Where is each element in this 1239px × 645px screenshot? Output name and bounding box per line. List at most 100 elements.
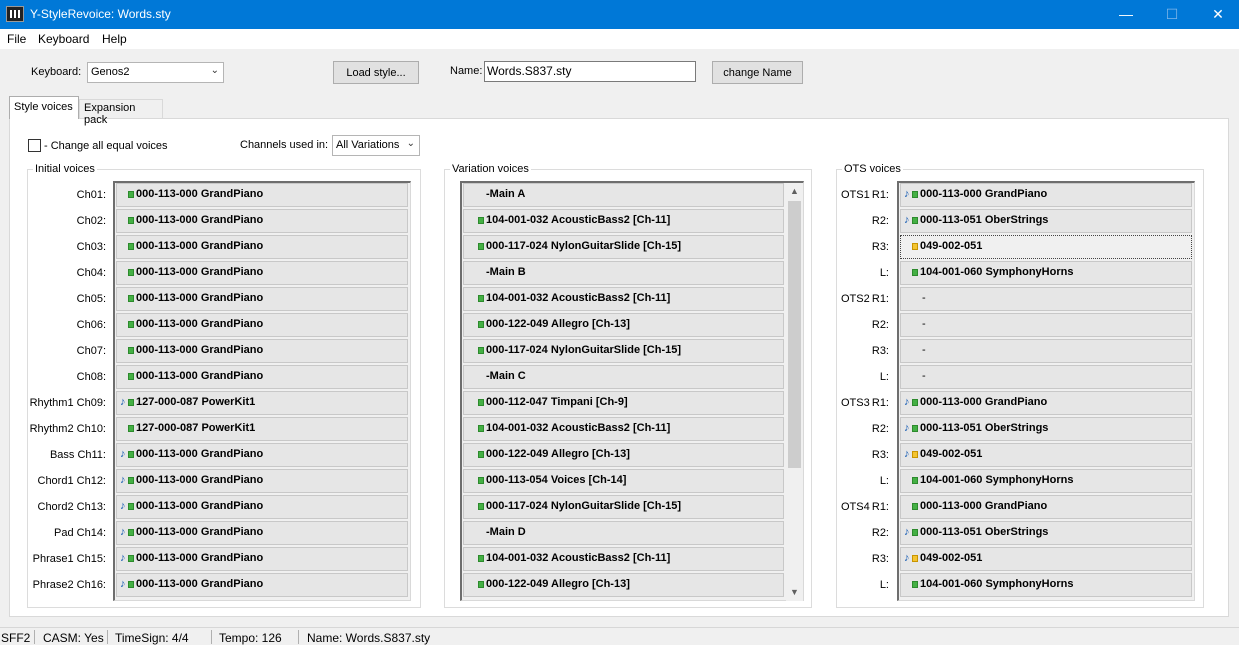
variation-voice[interactable]: 000-122-049 Allegro [Ch-13] bbox=[463, 313, 784, 337]
variation-header[interactable]: -Main D bbox=[463, 521, 784, 545]
menu-file[interactable]: File bbox=[7, 32, 26, 46]
voice-cell[interactable]: - bbox=[900, 339, 1192, 363]
voice-name: 000-113-051 OberStrings bbox=[920, 214, 1049, 226]
voice-cell[interactable]: ♪ 049-002-051 bbox=[900, 443, 1192, 467]
square-icon bbox=[912, 191, 918, 198]
voice-name: 000-113-000 GrandPiano bbox=[136, 266, 264, 278]
load-style-button[interactable]: Load style... bbox=[333, 61, 419, 84]
keyboard-select[interactable]: Genos2 ⌄ bbox=[87, 62, 224, 83]
window-title: Y-StyleRevoice: Words.sty bbox=[30, 7, 171, 21]
voice-cell[interactable]: 104-001-060 SymphonyHorns bbox=[900, 573, 1192, 597]
voice-cell[interactable]: 000-113-000 GrandPiano bbox=[116, 235, 408, 259]
square-icon bbox=[128, 295, 134, 302]
voice-name: 000-113-000 GrandPiano bbox=[920, 396, 1048, 408]
voice-cell[interactable]: 127-000-087 PowerKit1 bbox=[116, 417, 408, 441]
voice-name: 000-113-000 GrandPiano bbox=[136, 500, 264, 512]
square-icon bbox=[912, 217, 918, 224]
ots-slot-label: R3: bbox=[871, 553, 889, 565]
change-all-checkbox[interactable] bbox=[28, 139, 41, 152]
ots-slot-label: L: bbox=[879, 579, 889, 591]
voice-cell[interactable]: 000-113-000 GrandPiano bbox=[116, 365, 408, 389]
voice-name: - bbox=[922, 318, 926, 330]
voice-cell[interactable]: 000-113-000 GrandPiano bbox=[116, 287, 408, 311]
voice-cell[interactable]: 104-001-060 SymphonyHorns bbox=[900, 469, 1192, 493]
voice-name: 127-000-087 PowerKit1 bbox=[136, 396, 256, 408]
square-icon bbox=[128, 399, 134, 406]
voice-cell[interactable]: - bbox=[900, 313, 1192, 337]
chevron-down-icon: ⌄ bbox=[406, 138, 415, 149]
variation-voice[interactable]: 000-112-047 Timpani [Ch-9] bbox=[463, 391, 784, 415]
square-icon bbox=[478, 217, 484, 224]
keyboard-label: Keyboard: bbox=[31, 66, 82, 78]
change-name-button[interactable]: change Name bbox=[712, 61, 803, 84]
voice-cell[interactable]: - bbox=[900, 287, 1192, 311]
voice-cell[interactable]: ♪ 000-113-000 GrandPiano bbox=[900, 183, 1192, 207]
voice-cell[interactable]: ♪ 000-113-000 GrandPiano bbox=[116, 547, 408, 571]
tab-style-voices[interactable]: Style voices bbox=[9, 96, 79, 119]
minimize-button[interactable]: — bbox=[1103, 0, 1149, 29]
voice-cell[interactable]: 000-113-000 GrandPiano bbox=[900, 495, 1192, 519]
channels-value: All Variations bbox=[336, 139, 400, 151]
variation-voice[interactable]: 000-117-024 NylonGuitarSlide [Ch-15] bbox=[463, 495, 784, 519]
channel-label: Ch07: bbox=[76, 345, 106, 357]
voice-cell[interactable]: 000-113-000 GrandPiano bbox=[116, 261, 408, 285]
name-input[interactable]: Words.S837.sty bbox=[484, 61, 696, 82]
voice-cell[interactable]: ♪ 000-113-000 GrandPiano bbox=[116, 469, 408, 493]
variation-voice[interactable]: 000-117-024 NylonGuitarSlide [Ch-15] bbox=[463, 235, 784, 259]
menu-keyboard[interactable]: Keyboard bbox=[38, 32, 89, 46]
voice-cell[interactable]: ♪ 000-113-000 GrandPiano bbox=[116, 443, 408, 467]
channel-label: Phrase1 Ch15: bbox=[32, 553, 106, 565]
keyboard-value: Genos2 bbox=[91, 66, 130, 78]
voice-cell[interactable]: 000-113-000 GrandPiano bbox=[116, 313, 408, 337]
voice-cell[interactable]: ♪ 000-113-000 GrandPiano bbox=[116, 521, 408, 545]
voice-cell[interactable]: 000-113-000 GrandPiano bbox=[116, 209, 408, 233]
variation-voice[interactable]: 000-122-049 Allegro [Ch-13] bbox=[463, 573, 784, 597]
variation-voice[interactable]: 104-001-032 AcousticBass2 [Ch-11] bbox=[463, 287, 784, 311]
status-casm: CASM: Yes bbox=[43, 631, 104, 645]
voice-cell[interactable]: 000-113-000 GrandPiano bbox=[116, 183, 408, 207]
scrollbar-thumb[interactable] bbox=[788, 201, 801, 468]
voice-cell[interactable]: ♪ 049-002-051 bbox=[900, 547, 1192, 571]
scroll-up-icon[interactable]: ▲ bbox=[786, 183, 803, 200]
voice-cell[interactable]: 104-001-060 SymphonyHorns bbox=[900, 261, 1192, 285]
ots-slot-label: R2: bbox=[871, 423, 889, 435]
close-button[interactable]: ✕ bbox=[1195, 0, 1239, 29]
voice-cell[interactable]: ♪ 000-113-000 GrandPiano bbox=[116, 495, 408, 519]
voice-cell[interactable]: ♪ 000-113-000 GrandPiano bbox=[116, 573, 408, 597]
tab-expansion-pack[interactable]: Expansion pack bbox=[79, 99, 163, 126]
voice-cell[interactable]: - bbox=[900, 365, 1192, 389]
variation-voice[interactable]: 000-113-054 Voices [Ch-14] bbox=[463, 469, 784, 493]
scroll-down-icon[interactable]: ▼ bbox=[786, 584, 803, 601]
music-note-icon: ♪ bbox=[120, 500, 126, 512]
variation-voice[interactable]: 000-122-049 Allegro [Ch-13] bbox=[463, 443, 784, 467]
variation-header[interactable]: -Main C bbox=[463, 365, 784, 389]
variation-text: 000-112-047 Timpani [Ch-9] bbox=[486, 396, 628, 408]
voice-cell[interactable]: ♪ 000-113-000 GrandPiano bbox=[900, 391, 1192, 415]
menu-help[interactable]: Help bbox=[102, 32, 127, 46]
music-note-icon: ♪ bbox=[904, 526, 910, 538]
voice-cell[interactable]: ♪ 000-113-051 OberStrings bbox=[900, 209, 1192, 233]
square-icon bbox=[128, 269, 134, 276]
square-icon bbox=[912, 425, 918, 432]
voice-cell[interactable]: ♪ 000-113-051 OberStrings bbox=[900, 417, 1192, 441]
channel-label: Ch06: bbox=[76, 319, 106, 331]
variation-header[interactable]: -Main B bbox=[463, 261, 784, 285]
variation-header[interactable]: -Main A bbox=[463, 183, 784, 207]
square-icon bbox=[128, 347, 134, 354]
variation-text: -Main D bbox=[486, 526, 526, 538]
voice-cell[interactable]: 049-002-051 bbox=[900, 235, 1192, 259]
voice-cell[interactable]: ♪ 000-113-051 OberStrings bbox=[900, 521, 1192, 545]
ots-slot-label: R3: bbox=[871, 345, 889, 357]
variation-voice[interactable]: 104-001-032 AcousticBass2 [Ch-11] bbox=[463, 209, 784, 233]
channel-label: Ch05: bbox=[76, 293, 106, 305]
maximize-button[interactable]: ☐ bbox=[1149, 0, 1195, 29]
variation-voice[interactable]: 104-001-032 AcousticBass2 [Ch-11] bbox=[463, 547, 784, 571]
channels-select[interactable]: All Variations ⌄ bbox=[332, 135, 420, 156]
variation-voice[interactable]: 104-001-032 AcousticBass2 [Ch-11] bbox=[463, 417, 784, 441]
music-note-icon: ♪ bbox=[120, 578, 126, 590]
square-icon bbox=[128, 529, 134, 536]
variation-voice[interactable]: 000-117-024 NylonGuitarSlide [Ch-15] bbox=[463, 339, 784, 363]
voice-cell[interactable]: 000-113-000 GrandPiano bbox=[116, 339, 408, 363]
square-icon bbox=[478, 451, 484, 458]
voice-cell[interactable]: ♪ 127-000-087 PowerKit1 bbox=[116, 391, 408, 415]
